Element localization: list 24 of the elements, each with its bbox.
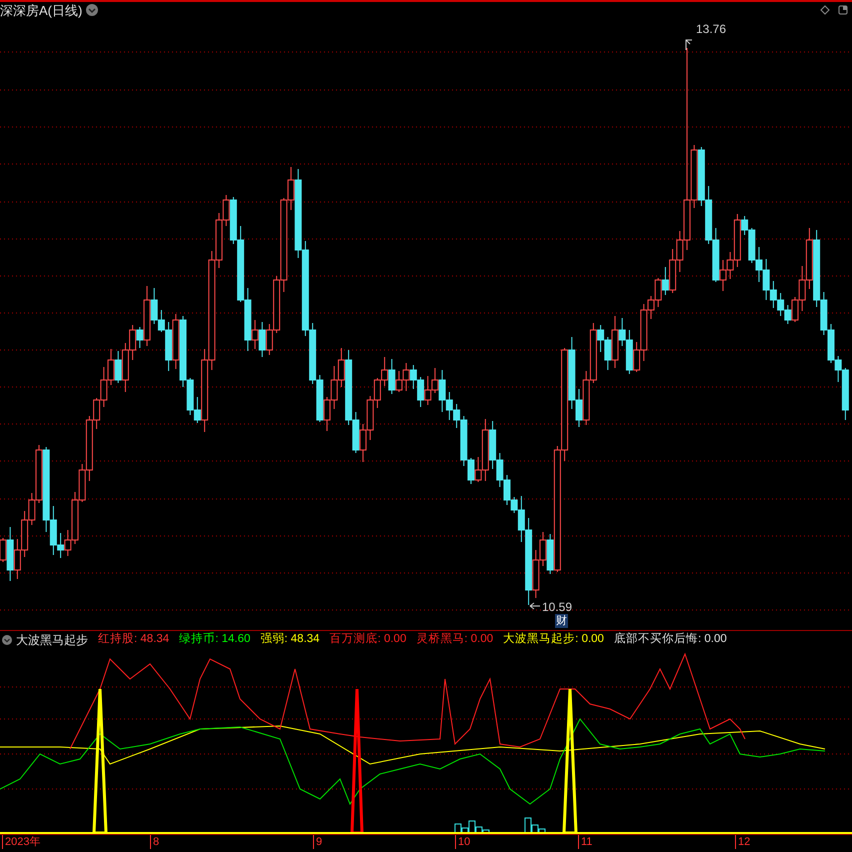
axis-label: 12 <box>735 835 750 849</box>
axis-label: 11 <box>578 835 592 849</box>
high-price-label: 13.76 <box>696 21 726 38</box>
high-marker <box>686 40 692 50</box>
indicator-reading: 强弱: 48.34 <box>260 632 320 647</box>
dropdown-icon[interactable] <box>86 4 98 16</box>
indicator-reading: 灵桥黑马: 0.00 <box>416 632 494 647</box>
indicator-reading: 大波黑马起步: 0.00 <box>503 632 604 647</box>
axis-label: 9 <box>313 835 322 849</box>
chart-title: 深深房A(日线) <box>0 4 82 16</box>
event-badge[interactable]: 财 <box>555 614 568 628</box>
window-icon[interactable] <box>838 5 848 15</box>
indicator-name: 大波黑马起步 <box>16 632 88 648</box>
axis-label: 10 <box>455 835 470 849</box>
diamond-icon[interactable] <box>820 5 830 15</box>
dropdown-icon[interactable] <box>2 634 12 644</box>
low-price-label: 10.59 <box>542 599 572 615</box>
indicator-reading: 红持股: 48.34 <box>98 632 170 647</box>
axis-label: 8 <box>150 835 160 849</box>
indicator-reading: 绿持币: 14.60 <box>179 631 250 647</box>
indicator-reading: 底部不买你后悔: 0.00 <box>614 631 727 647</box>
indicator-reading: 百万测底: 0.00 <box>330 631 406 647</box>
low-marker <box>530 602 540 610</box>
axis-label: 2023年 <box>2 835 40 849</box>
